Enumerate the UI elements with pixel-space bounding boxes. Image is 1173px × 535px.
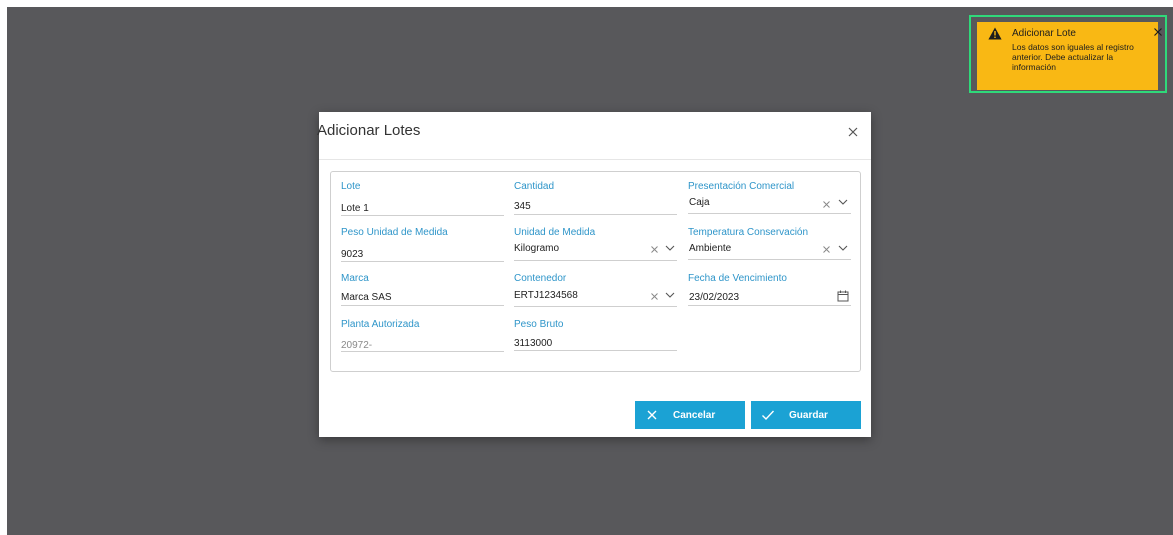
save-button-label: Guardar: [789, 409, 828, 421]
presentacion-chevron-down-icon[interactable]: [838, 198, 848, 206]
contenedor-select[interactable]: ERTJ1234568: [514, 290, 578, 301]
temperatura-clear-icon[interactable]: [822, 245, 831, 254]
cancel-button-label: Cancelar: [673, 409, 716, 421]
peso-unidad-input[interactable]: 9023: [341, 249, 363, 260]
unidad-medida-chevron-down-icon[interactable]: [665, 244, 675, 252]
planta-input: 20972-: [341, 340, 373, 351]
presentacion-clear-icon[interactable]: [822, 200, 831, 209]
contenedor-clear-icon[interactable]: [650, 292, 659, 301]
planta-underline: [341, 351, 504, 352]
temperatura-label: Temperatura Conservación: [688, 227, 809, 238]
cantidad-input[interactable]: 345: [514, 201, 531, 212]
lote-underline: [341, 215, 504, 216]
warning-icon: [988, 27, 1002, 40]
fecha-vencimiento-underline: [688, 305, 851, 306]
unidad-medida-clear-icon[interactable]: [650, 245, 659, 254]
save-button[interactable]: Guardar: [751, 401, 861, 429]
unidad-medida-label: Unidad de Medida: [514, 227, 596, 238]
dialog-title: Adicionar Lotes: [317, 122, 421, 139]
peso-bruto-underline: [514, 350, 677, 351]
temperatura-underline: [688, 259, 851, 260]
unidad-medida-underline: [514, 260, 677, 261]
presentacion-label: Presentación Comercial: [688, 181, 795, 192]
fecha-vencimiento-label: Fecha de Vencimiento: [688, 273, 787, 284]
check-icon: [761, 408, 775, 422]
fecha-vencimiento-input[interactable]: 23/02/2023: [689, 292, 739, 303]
cantidad-label: Cantidad: [514, 181, 555, 192]
dialog-header-divider: [319, 159, 871, 160]
presentacion-underline: [688, 213, 851, 214]
marca-label: Marca: [341, 273, 369, 284]
temperatura-select[interactable]: Ambiente: [689, 243, 731, 254]
lote-input[interactable]: Lote 1: [341, 203, 369, 214]
peso-bruto-label: Peso Bruto: [514, 319, 564, 330]
peso-unidad-underline: [341, 261, 504, 262]
marca-underline: [341, 305, 504, 306]
marca-input[interactable]: Marca SAS: [341, 292, 392, 303]
close-icon: [645, 408, 659, 422]
planta-label: Planta Autorizada: [341, 319, 420, 330]
cantidad-underline: [514, 214, 677, 215]
toast-close-icon[interactable]: [1154, 28, 1162, 36]
peso-unidad-label: Peso Unidad de Medida: [341, 227, 448, 238]
contenedor-label: Contenedor: [514, 273, 567, 284]
lot-form-panel: [330, 171, 861, 372]
unidad-medida-select[interactable]: Kilogramo: [514, 243, 559, 254]
calendar-icon[interactable]: [837, 290, 849, 302]
lote-label: Lote: [341, 181, 361, 192]
cancel-button[interactable]: Cancelar: [635, 401, 745, 429]
presentacion-select[interactable]: Caja: [689, 197, 710, 208]
contenedor-chevron-down-icon[interactable]: [665, 291, 675, 299]
peso-bruto-input[interactable]: 3113000: [514, 338, 552, 349]
contenedor-underline: [514, 306, 677, 307]
close-icon[interactable]: [845, 124, 861, 140]
toast-title: Adicionar Lote: [1012, 28, 1076, 39]
temperatura-chevron-down-icon[interactable]: [838, 244, 848, 252]
toast-message: Los datos son iguales al registro anteri…: [1012, 42, 1134, 72]
